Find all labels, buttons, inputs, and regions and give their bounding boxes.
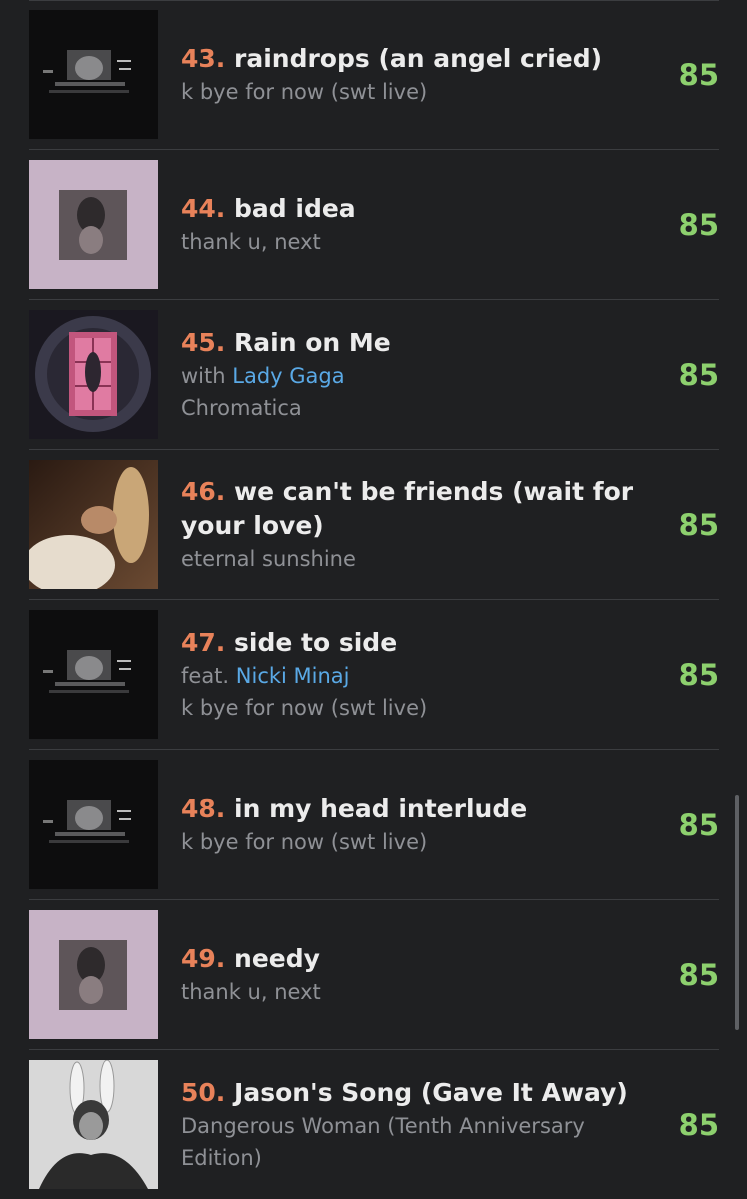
track-rank: 45.: [181, 328, 226, 357]
artist-link[interactable]: Lady Gaga: [232, 364, 344, 388]
score: 85: [678, 1108, 719, 1142]
album-cover[interactable]: [29, 610, 158, 739]
track-rank: 44.: [181, 194, 226, 223]
track-row[interactable]: 44. bad idea thank u, next 85: [29, 150, 719, 300]
track-row[interactable]: 43. raindrops (an angel cried) k bye for…: [29, 0, 719, 150]
album-cover[interactable]: [29, 10, 158, 139]
track-title[interactable]: 49. needy: [181, 942, 671, 976]
track-title[interactable]: 47. side to side: [181, 626, 671, 660]
score: 85: [678, 208, 719, 242]
track-row[interactable]: 50. Jason's Song (Gave It Away) Dangerou…: [29, 1050, 719, 1199]
album-cover[interactable]: [29, 910, 158, 1039]
album-name[interactable]: Chromatica: [181, 392, 671, 424]
track-rank: 46.: [181, 477, 226, 506]
album-cover[interactable]: [29, 310, 158, 439]
artist-link[interactable]: Nicki Minaj: [236, 664, 350, 688]
album-name[interactable]: k bye for now (swt live): [181, 76, 671, 108]
track-rank: 43.: [181, 44, 226, 73]
score: 85: [678, 958, 719, 992]
featured-credit: feat. Nicki Minaj: [181, 664, 350, 688]
track-row[interactable]: 46. we can't be friends (wait for your l…: [29, 450, 719, 600]
album-name[interactable]: thank u, next: [181, 976, 671, 1008]
score: 85: [678, 808, 719, 842]
album-name[interactable]: k bye for now (swt live): [181, 826, 671, 858]
track-row[interactable]: 47. side to side feat. Nicki Minaj k bye…: [29, 600, 719, 750]
track-rank: 50.: [181, 1078, 226, 1107]
album-cover[interactable]: [29, 760, 158, 889]
track-rank: 49.: [181, 944, 226, 973]
scrollbar[interactable]: [735, 795, 739, 1030]
track-row[interactable]: 49. needy thank u, next 85: [29, 900, 719, 1050]
album-name[interactable]: thank u, next: [181, 226, 671, 258]
album-cover[interactable]: [29, 460, 158, 589]
album-name[interactable]: eternal sunshine: [181, 543, 671, 575]
album-name[interactable]: k bye for now (swt live): [181, 692, 671, 724]
track-rank: 48.: [181, 794, 226, 823]
track-title[interactable]: 48. in my head interlude: [181, 792, 671, 826]
track-row[interactable]: 45. Rain on Me with Lady Gaga Chromatica…: [29, 300, 719, 450]
featured-credit: with Lady Gaga: [181, 364, 345, 388]
score: 85: [678, 58, 719, 92]
album-name[interactable]: Dangerous Woman (Tenth Anniversary Editi…: [181, 1110, 671, 1174]
track-title[interactable]: 46. we can't be friends (wait for your l…: [181, 475, 671, 543]
track-row[interactable]: 48. in my head interlude k bye for now (…: [29, 750, 719, 900]
album-cover[interactable]: [29, 160, 158, 289]
score: 85: [678, 358, 719, 392]
score: 85: [678, 658, 719, 692]
album-cover[interactable]: [29, 1060, 158, 1189]
track-rank: 47.: [181, 628, 226, 657]
track-title[interactable]: 44. bad idea: [181, 192, 671, 226]
track-title[interactable]: 45. Rain on Me: [181, 326, 671, 360]
track-title[interactable]: 43. raindrops (an angel cried): [181, 42, 671, 76]
score: 85: [678, 508, 719, 542]
track-list: 43. raindrops (an angel cried) k bye for…: [0, 0, 747, 1199]
track-title[interactable]: 50. Jason's Song (Gave It Away): [181, 1076, 671, 1110]
